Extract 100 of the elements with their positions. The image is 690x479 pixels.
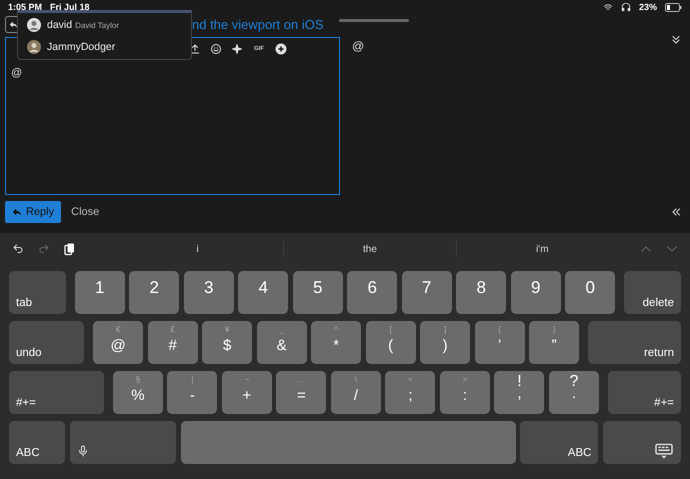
key[interactable]: ! ,: [494, 371, 544, 414]
reply-button[interactable]: Reply: [5, 201, 62, 223]
key[interactable]: ? .: [548, 371, 599, 414]
key[interactable]: 7: [402, 271, 452, 314]
alt-char: £: [170, 325, 175, 334]
key-label: &: [276, 337, 287, 354]
key[interactable]: [ (: [366, 321, 416, 364]
chevron-up-icon[interactable]: [640, 245, 652, 253]
mention-full-name: David Taylor: [75, 20, 119, 30]
key-label: (: [388, 337, 394, 354]
key[interactable]: delete: [624, 271, 681, 314]
key[interactable]: 0: [565, 271, 616, 314]
key[interactable]: return: [588, 321, 681, 364]
key[interactable]: € @: [93, 321, 144, 364]
key[interactable]: tab: [9, 271, 66, 314]
chevron-left-icon[interactable]: [670, 206, 682, 218]
key[interactable]: ] ): [420, 321, 470, 364]
key-label: *: [333, 337, 340, 354]
key[interactable]: ^ *: [311, 321, 362, 364]
alt-char: <: [408, 375, 413, 384]
key[interactable]: 5: [292, 271, 343, 314]
key-label: $: [222, 337, 232, 354]
add-icon[interactable]: [275, 43, 287, 55]
alt-char: _: [279, 325, 284, 334]
key[interactable]: ~ +: [222, 371, 272, 414]
alt-char: {: [498, 325, 501, 334]
suggestion[interactable]: i: [112, 244, 284, 254]
undo-icon[interactable]: [12, 243, 24, 255]
key-label: ;: [408, 387, 412, 404]
alt-char: …: [297, 375, 306, 384]
status-date: Fri Jul 18: [50, 2, 90, 12]
alt-char: \: [354, 375, 358, 384]
alt-char: ]: [444, 325, 446, 334]
status-time: 1:05 PM: [8, 2, 42, 12]
reply-icon: [12, 207, 22, 217]
key[interactable]: 4: [238, 271, 288, 314]
key[interactable]: > :: [440, 371, 490, 414]
key-label: @: [110, 337, 126, 354]
key[interactable]: #+=: [9, 371, 104, 414]
key[interactable]: 3: [184, 271, 234, 314]
suggestion[interactable]: i'm: [456, 244, 628, 254]
key[interactable]: … =: [276, 371, 326, 414]
upload-icon[interactable]: [189, 43, 201, 55]
key-label: %: [131, 387, 145, 404]
key[interactable]: 2: [129, 271, 180, 314]
key[interactable]: } ”: [529, 321, 580, 364]
key[interactable]: | -: [167, 371, 218, 414]
key-label: /: [354, 387, 358, 404]
key-label: +: [242, 387, 252, 404]
keyboard-icon: [654, 443, 674, 459]
key[interactable]: ABC: [9, 421, 66, 464]
alt-char: [: [390, 325, 392, 334]
key[interactable]: 8: [456, 271, 506, 314]
alt-char: }: [552, 325, 556, 334]
avatar: [27, 40, 41, 54]
close-button[interactable]: Close: [71, 206, 100, 218]
key[interactable]: ¥ $: [202, 321, 252, 364]
hide-keyboard-key[interactable]: [602, 421, 682, 464]
drag-handle[interactable]: [338, 18, 409, 22]
key-label: -: [190, 387, 195, 404]
key[interactable]: § %: [112, 371, 163, 414]
key[interactable]: 6: [347, 271, 398, 314]
alt-char: |: [191, 375, 194, 384]
key[interactable]: 9: [510, 271, 561, 314]
avatar: [27, 18, 41, 32]
key-label: ): [442, 337, 448, 354]
battery-percent: 23%: [638, 2, 657, 12]
sparkle-icon[interactable]: [231, 43, 243, 55]
mention-username[interactable]: JammyDodger: [47, 41, 116, 53]
key-label: :: [462, 387, 467, 404]
clipboard-icon[interactable]: [64, 242, 75, 256]
alt-char: ¥: [224, 325, 230, 334]
alt-char: ^: [334, 325, 338, 334]
key[interactable]: { ’: [474, 321, 525, 364]
key[interactable]: #+=: [608, 371, 681, 414]
composer-text: @: [10, 66, 24, 79]
emoji-icon[interactable]: [210, 43, 222, 55]
key[interactable]: 1: [74, 271, 125, 314]
key[interactable]: _ &: [256, 321, 307, 364]
key[interactable]: ABC: [520, 421, 598, 464]
key-label: ’: [498, 337, 502, 354]
preview-text: @: [352, 39, 364, 53]
key[interactable]: £ #: [148, 321, 198, 364]
key[interactable]: undo: [9, 321, 84, 364]
chevron-down-icon[interactable]: [666, 245, 678, 253]
redo-icon[interactable]: [38, 243, 50, 255]
key-label: ”: [552, 337, 557, 354]
alt-char: ~: [244, 375, 250, 384]
topic-title[interactable]: nd the viewport on iOS: [192, 16, 324, 32]
microphone-icon: [76, 443, 89, 459]
wifi-icon: [602, 2, 613, 12]
key-label: =: [297, 387, 306, 404]
alt-char: §: [136, 375, 140, 384]
suggestion[interactable]: the: [284, 244, 456, 254]
mention-username[interactable]: david: [47, 19, 72, 31]
key-label: #: [168, 337, 177, 354]
key[interactable]: < ;: [385, 371, 436, 414]
key[interactable]: \ /: [330, 371, 381, 414]
chevron-down-icon: [670, 34, 682, 46]
battery-icon: [665, 2, 682, 12]
